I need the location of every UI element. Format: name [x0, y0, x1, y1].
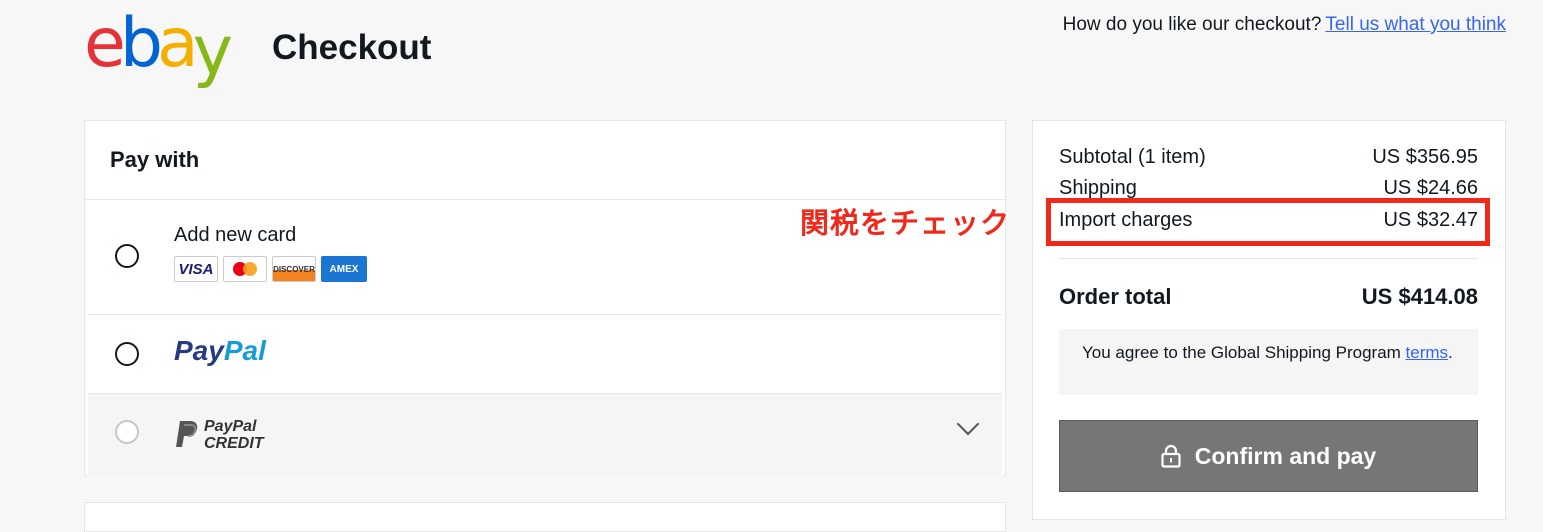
payment-option-paypal-credit[interactable]: PayPal CREDIT	[88, 394, 1002, 476]
ebay-logo[interactable]: ebay	[84, 4, 233, 86]
mastercard-logo-icon	[223, 256, 267, 282]
order-summary-panel: Subtotal (1 item) US $356.95 Shipping US…	[1032, 120, 1506, 520]
new-card-radio[interactable]	[115, 244, 139, 268]
paypal-credit-logo-line1: PayPal	[204, 418, 257, 435]
paypal-credit-logo-line2: CREDIT	[204, 435, 264, 452]
payment-option-paypal[interactable]: PayPal	[88, 315, 1002, 394]
paypal-p-icon	[176, 421, 198, 447]
next-section-panel	[84, 502, 1006, 532]
feedback-link[interactable]: Tell us what you think	[1325, 14, 1506, 35]
confirm-and-pay-label: Confirm and pay	[1194, 442, 1377, 469]
terms-link[interactable]: terms	[1406, 343, 1449, 362]
shipping-row: Shipping US $24.66	[1059, 177, 1478, 200]
lock-icon	[1161, 444, 1181, 468]
paypal-credit-radio[interactable]	[115, 420, 139, 444]
import-charges-label: Import charges	[1059, 209, 1193, 231]
feedback-prompt: How do you like our checkout? Tell us wha…	[1063, 14, 1506, 36]
pay-with-title: Pay with	[85, 121, 1005, 200]
chevron-down-icon[interactable]	[956, 412, 980, 436]
subtotal-label: Subtotal (1 item)	[1059, 146, 1206, 168]
shipping-program-notice: You agree to the Global Shipping Program…	[1059, 329, 1478, 395]
paypal-logo-part2: Pal	[223, 335, 266, 366]
order-total-row: Order total US $414.08	[1059, 284, 1478, 310]
card-logos: VISA DISCOVER AMEX	[174, 256, 367, 282]
subtotal-row: Subtotal (1 item) US $356.95	[1059, 146, 1478, 169]
page-title: Checkout	[272, 28, 432, 67]
amex-logo-icon: AMEX	[321, 256, 367, 282]
logo-letter-b: b	[119, 4, 163, 83]
import-charges-row: Import charges US $32.47	[1059, 209, 1478, 232]
import-charges-value: US $32.47	[1383, 209, 1478, 231]
visa-logo-icon: VISA	[174, 256, 218, 282]
logo-letter-y: y	[192, 12, 233, 91]
order-total-label: Order total	[1059, 284, 1172, 309]
logo-letter-e: e	[84, 4, 126, 83]
pay-with-panel: Pay with Add new card VISA DISCOVER AMEX…	[84, 120, 1006, 476]
paypal-logo-part1: Pay	[174, 335, 224, 366]
subtotal-value: US $356.95	[1372, 146, 1478, 168]
confirm-and-pay-button[interactable]: Confirm and pay	[1059, 420, 1478, 492]
feedback-question: How do you like our checkout?	[1062, 14, 1322, 35]
order-total-value: US $414.08	[1361, 284, 1478, 309]
shipping-value: US $24.66	[1383, 177, 1478, 199]
shipping-label: Shipping	[1059, 177, 1137, 199]
annotation-text: 関税をチェック	[800, 208, 1011, 240]
summary-divider	[1059, 258, 1478, 259]
discover-logo-icon: DISCOVER	[272, 256, 316, 282]
paypal-credit-logo-icon: PayPal CREDIT	[174, 418, 264, 452]
agree-text: You agree to the Global Shipping Program	[1082, 343, 1401, 362]
logo-letter-a: a	[157, 4, 199, 83]
new-card-label: Add new card	[174, 224, 297, 246]
paypal-radio[interactable]	[115, 342, 139, 366]
agree-period: .	[1448, 343, 1453, 362]
paypal-logo-icon: PayPal	[174, 335, 266, 367]
